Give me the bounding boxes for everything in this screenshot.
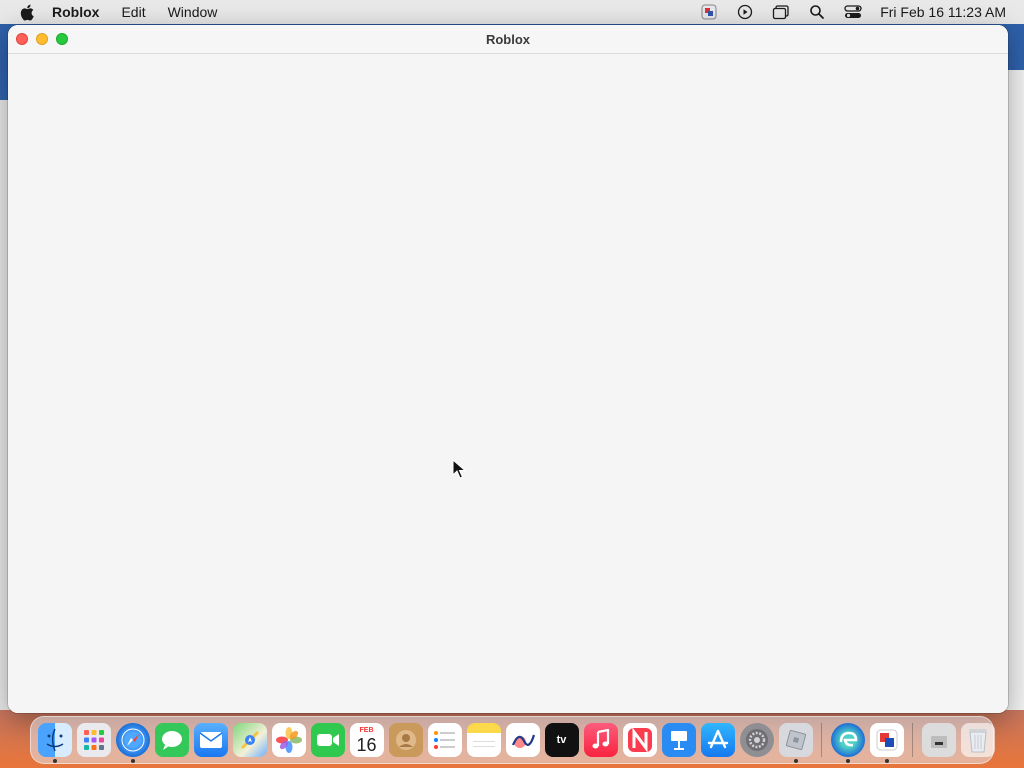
search-icon[interactable]	[808, 3, 826, 21]
facetime-icon[interactable]	[310, 723, 345, 757]
dock: FEB 16 tv	[30, 716, 995, 764]
microsoft-edge-icon[interactable]	[830, 723, 865, 763]
roblox-icon[interactable]	[778, 723, 813, 763]
window-switch-icon[interactable]	[772, 3, 790, 21]
keynote-icon[interactable]	[661, 723, 696, 757]
photos-icon[interactable]	[271, 723, 306, 757]
launchpad-icon[interactable]	[76, 723, 111, 757]
music-icon[interactable]	[583, 723, 618, 757]
contacts-icon[interactable]	[388, 723, 423, 757]
messages-icon[interactable]	[154, 723, 189, 757]
roblox-window: Roblox	[8, 25, 1008, 713]
freeform-icon[interactable]	[505, 723, 540, 757]
trash-icon[interactable]	[960, 723, 995, 757]
window-title: Roblox	[485, 31, 531, 47]
mouse-cursor-icon	[452, 458, 467, 479]
calendar-icon[interactable]: FEB 16	[349, 723, 384, 757]
apple-tv-icon[interactable]: tv	[544, 723, 579, 757]
reminders-icon[interactable]	[427, 723, 462, 757]
safari-icon[interactable]	[115, 723, 150, 763]
system-settings-icon[interactable]	[739, 723, 774, 757]
menubar-clock[interactable]: Fri Feb 16 11:23 AM	[880, 4, 1006, 20]
menu-bar: Roblox Edit Window Fri Feb 16 11:23 AM	[0, 0, 1024, 24]
menu-app-name[interactable]: Roblox	[52, 4, 99, 20]
close-button[interactable]	[16, 33, 28, 45]
finder-icon[interactable]	[37, 723, 72, 763]
menu-edit[interactable]: Edit	[121, 4, 145, 20]
calendar-day: 16	[356, 735, 377, 755]
parallels-desktop-icon[interactable]	[869, 723, 904, 763]
maps-icon[interactable]	[232, 723, 267, 757]
calendar-month: FEB	[359, 727, 374, 734]
menu-window[interactable]: Window	[168, 4, 218, 20]
window-titlebar[interactable]: Roblox	[8, 25, 1008, 54]
minimize-button[interactable]	[36, 33, 48, 45]
apple-menu-icon[interactable]	[18, 3, 36, 21]
traffic-lights	[16, 33, 68, 45]
zoom-button[interactable]	[56, 33, 68, 45]
notes-icon[interactable]	[466, 723, 501, 757]
dock-separator-2	[912, 723, 913, 757]
control-center-icon[interactable]	[844, 3, 862, 21]
dock-separator	[821, 723, 822, 757]
play-circle-icon[interactable]	[736, 3, 754, 21]
app-store-icon[interactable]	[700, 723, 735, 757]
downloads-folder-icon[interactable]	[921, 723, 956, 757]
mail-icon[interactable]	[193, 723, 228, 757]
parallels-icon[interactable]	[700, 3, 718, 21]
tv-label: tv	[556, 734, 567, 746]
window-content-area[interactable]	[8, 54, 1008, 713]
news-icon[interactable]	[622, 723, 657, 757]
